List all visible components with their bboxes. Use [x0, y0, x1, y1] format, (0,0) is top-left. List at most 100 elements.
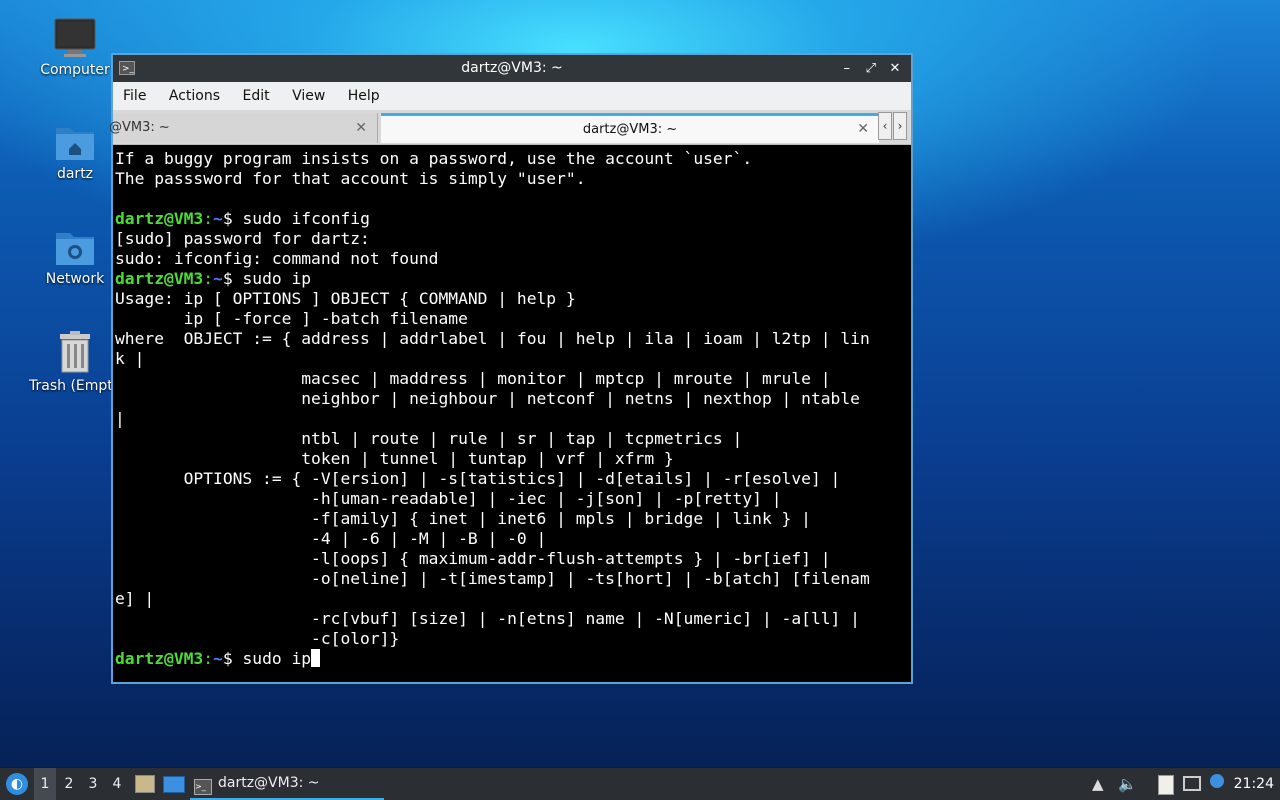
tab-close-icon[interactable]: ✕ [355, 113, 367, 143]
line-text: OPTIONS := { -V[ersion] | -s[tatistics] … [115, 469, 841, 488]
line-text: neighbor | neighbour | netconf | netns |… [115, 389, 860, 408]
tab-label: dartz@VM3: ~ [582, 122, 678, 137]
prompt-end: $ [222, 269, 243, 288]
start-menu-icon[interactable]: ◐ [6, 773, 28, 795]
prompt-end: $ [222, 209, 243, 228]
tab-active[interactable]: dartz@VM3: ~ ✕ [381, 113, 879, 143]
desktop-icon-label: Computer [40, 62, 110, 78]
terminal-output-line: k | [115, 349, 909, 369]
workspace-3[interactable]: 3 [82, 768, 104, 800]
line-text: sudo ip [242, 649, 312, 668]
prompt-separator: : [203, 209, 214, 228]
prompt-directory: ~ [213, 269, 223, 288]
maximize-button[interactable]: ⤢ [861, 55, 881, 82]
menu-view[interactable]: View [284, 82, 333, 110]
terminal-window[interactable]: >_ dartz@VM3: ~ – ⤢ ✕ File Actions Edit … [109, 53, 913, 684]
workspace-4[interactable]: 4 [106, 768, 128, 800]
terminal-output-line: -f[amily] { inet | inet6 | mpls | bridge… [115, 509, 909, 529]
tray-arrow-icon[interactable]: ▲ [1092, 768, 1104, 800]
tab-scroll-right-icon[interactable]: › [893, 112, 907, 140]
line-text: sudo: ifconfig: command not found [115, 249, 439, 268]
minimize-button[interactable]: – [837, 55, 857, 82]
terminal-task-icon: >_ [194, 779, 212, 795]
terminal-output-line: -l[oops] { maximum-addr-flush-attempts }… [115, 549, 909, 569]
tab-label: @VM3: ~ [109, 120, 170, 135]
menu-help[interactable]: Help [340, 82, 388, 110]
terminal-app-icon[interactable]: >_ [119, 61, 135, 75]
taskbar-task-terminal[interactable]: >_ dartz@VM3: ~ [190, 768, 384, 800]
menu-edit[interactable]: Edit [234, 82, 277, 110]
line-text: -h[uman-readable] | -iec | -j[son] | -p[… [115, 489, 782, 508]
home-folder-icon [54, 122, 96, 162]
terminal-output[interactable]: If a buggy program insists on a password… [113, 146, 911, 682]
terminal-output-line: OPTIONS := { -V[ersion] | -s[tatistics] … [115, 469, 909, 489]
line-text: | [115, 409, 125, 428]
terminal-output-line: | [115, 409, 909, 429]
desktop-icon-label: Trash (Empty) [29, 378, 115, 394]
terminal-prompt-line: dartz@VM3:~$ sudo ip [115, 649, 909, 669]
trash-icon [54, 330, 96, 374]
line-text: -l[oops] { maximum-addr-flush-attempts }… [115, 549, 831, 568]
terminal-output-line: If a buggy program insists on a password… [115, 149, 909, 169]
line-text: [sudo] password for dartz: [115, 229, 370, 248]
terminal-prompt-line: dartz@VM3:~$ sudo ip [115, 269, 909, 289]
line-text: where OBJECT := { address | addrlabel | … [115, 329, 870, 348]
network-status-icon[interactable] [1183, 776, 1201, 791]
line-text: k | [115, 349, 145, 368]
terminal-output-line: [sudo] password for dartz: [115, 229, 909, 249]
desktop-icon-label: dartz [56, 166, 94, 182]
computer-icon [54, 18, 96, 58]
workspace-1[interactable]: 1 [34, 768, 56, 800]
line-text: -4 | -6 | -M | -B | -0 | [115, 529, 547, 548]
workspace-2[interactable]: 2 [58, 768, 80, 800]
window-titlebar[interactable]: >_ dartz@VM3: ~ – ⤢ ✕ [113, 55, 911, 82]
line-text: -rc[vbuf] [size] | -n[etns] name | -N[um… [115, 609, 860, 628]
line-text: macsec | maddress | monitor | mptcp | mr… [115, 369, 831, 388]
volume-icon[interactable]: 🔈 [1118, 768, 1137, 800]
line-text: sudo ip [242, 269, 312, 288]
terminal-output-line: Usage: ip [ OPTIONS ] OBJECT { COMMAND |… [115, 289, 909, 309]
line-text: e] | [115, 589, 155, 608]
show-desktop-icon[interactable] [163, 776, 185, 793]
network-folder-icon [54, 227, 96, 267]
taskbar: ◐ 1 2 3 4 >_ dartz@VM3: ~ ▲ 🔈 21:24 [0, 767, 1280, 800]
prompt-directory: ~ [213, 649, 223, 668]
tab-close-icon[interactable]: ✕ [857, 116, 869, 143]
line-text: If a buggy program insists on a password… [115, 149, 753, 168]
terminal-output-line: sudo: ifconfig: command not found [115, 249, 909, 269]
tab-scroll-left-icon[interactable]: ‹ [878, 112, 892, 140]
terminal-output-line: -rc[vbuf] [size] | -n[etns] name | -N[um… [115, 609, 909, 629]
desktop-icon-label: Network [45, 271, 105, 287]
close-button[interactable]: ✕ [885, 55, 905, 82]
terminal-output-line: The passsword for that account is simply… [115, 169, 909, 189]
terminal-output-line: where OBJECT := { address | addrlabel | … [115, 329, 909, 349]
line-text: -c[olor]} [115, 629, 400, 648]
update-notifier-icon[interactable] [1210, 774, 1224, 788]
terminal-output-line: token | tunnel | tuntap | vrf | xfrm } [115, 449, 909, 469]
menu-file[interactable]: File [115, 82, 154, 110]
prompt-separator: : [203, 649, 214, 668]
tab-inactive[interactable]: @VM3: ~ ✕ [109, 113, 378, 143]
clock[interactable]: 21:24 [1234, 768, 1274, 800]
file-manager-icon[interactable] [135, 775, 155, 793]
prompt-directory: ~ [213, 209, 223, 228]
terminal-output-line: -h[uman-readable] | -iec | -j[son] | -p[… [115, 489, 909, 509]
prompt-user: dartz@VM3 [115, 649, 204, 668]
desktop-icon-trash[interactable]: Trash (Empty) [25, 330, 125, 394]
terminal-output-line: -c[olor]} [115, 629, 909, 649]
terminal-output-line: -o[neline] | -t[imestamp] | -ts[hort] | … [115, 569, 909, 589]
line-text: token | tunnel | tuntap | vrf | xfrm } [115, 449, 674, 468]
menu-actions[interactable]: Actions [161, 82, 228, 110]
window-title: dartz@VM3: ~ [461, 60, 563, 76]
menu-bar: File Actions Edit View Help [113, 82, 911, 110]
line-text: -f[amily] { inet | inet6 | mpls | bridge… [115, 509, 811, 528]
line-text: Usage: ip [ OPTIONS ] OBJECT { COMMAND |… [115, 289, 576, 308]
desktop-icon-computer[interactable]: Computer [25, 18, 125, 78]
desktop-icon-network[interactable]: Network [25, 227, 125, 287]
clipboard-icon[interactable] [1158, 775, 1174, 795]
terminal-output-line: neighbor | neighbour | netconf | netns |… [115, 389, 909, 409]
text-cursor [311, 649, 321, 667]
line-text: sudo ifconfig [242, 209, 370, 228]
prompt-user: dartz@VM3 [115, 269, 204, 288]
